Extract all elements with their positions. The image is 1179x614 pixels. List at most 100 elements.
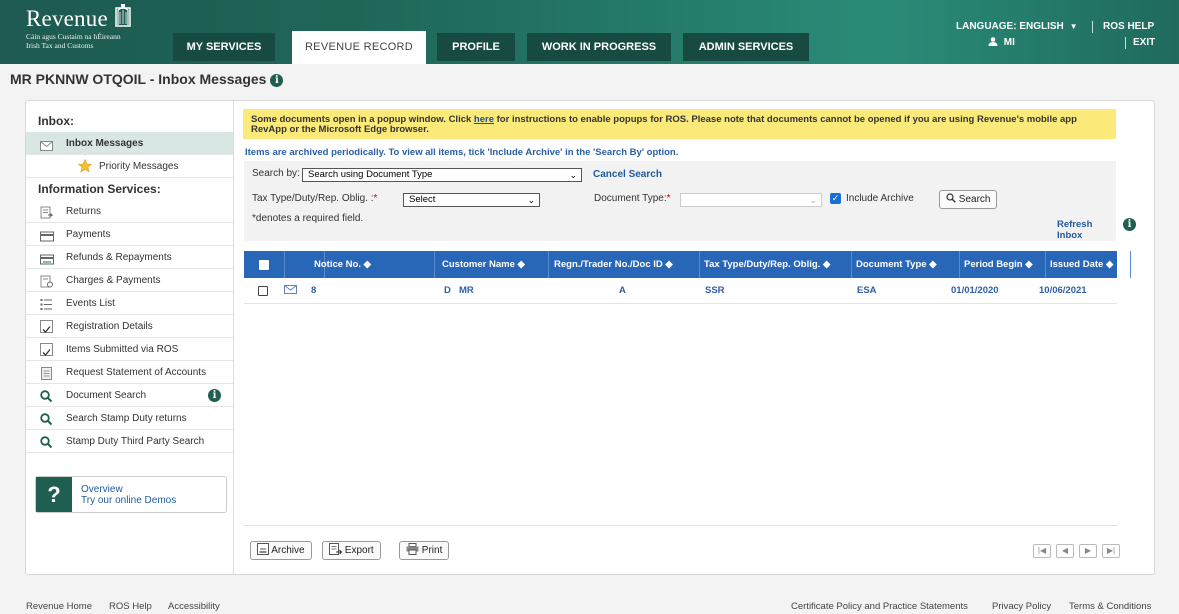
column-regn[interactable]: Regn./Trader No./Doc ID ◆ <box>554 251 673 278</box>
table-row[interactable]: 8 D MR A SSR ESA 01/01/2020 10/06/2021 <box>244 278 1117 304</box>
language-selector[interactable]: LANGUAGE: ENGLISH ▼ <box>956 21 1077 32</box>
checkbox-icon <box>40 320 53 333</box>
ros-help-link[interactable]: ROS HELP <box>1103 21 1154 32</box>
archive-button[interactable]: Archive <box>250 541 312 560</box>
refresh-inbox-link[interactable]: Refresh Inbox <box>1057 219 1116 241</box>
header-divider <box>1092 21 1093 33</box>
archive-note: Items are archived periodically. To view… <box>245 147 679 158</box>
tax-type-label-text: Tax Type/Duty/Rep. Oblig. : <box>252 193 374 204</box>
demo-overview-link[interactable]: Overview <box>81 484 123 495</box>
exit-link[interactable]: EXIT <box>1133 37 1155 48</box>
archive-label: Archive <box>271 545 305 556</box>
document-type-label-text: Document Type: <box>594 193 667 204</box>
tab-work-in-progress[interactable]: WORK IN PROGRESS <box>527 33 671 61</box>
column-divider <box>1045 251 1046 278</box>
search-by-select[interactable]: Search using Document Type ⌄ <box>302 168 582 182</box>
column-period-begin[interactable]: Period Begin ◆ <box>964 251 1033 278</box>
column-issued-date[interactable]: Issued Date ◆ <box>1050 251 1113 278</box>
sidebar-item-document-search[interactable]: Document Search i <box>26 384 233 407</box>
logo-word: Revenue <box>26 6 108 31</box>
sidebar-item-events-list[interactable]: Events List <box>26 292 233 315</box>
include-archive-checkbox[interactable]: ✓ <box>830 193 841 204</box>
revenue-logo[interactable]: Revenue Cáin agus Custaim na hÉireann Ir… <box>26 4 131 50</box>
main-panel: Inbox: Inbox Messages Priority Messages … <box>25 100 1155 575</box>
sidebar-item-label: Request Statement of Accounts <box>66 367 207 378</box>
sidebar-item-label: Search Stamp Duty returns <box>66 413 187 424</box>
column-divider <box>699 251 700 278</box>
footer-link-revenue-home[interactable]: Revenue Home <box>26 601 92 612</box>
info-icon[interactable]: i <box>270 74 284 87</box>
include-archive-label: Include Archive <box>846 193 914 204</box>
sidebar-item-registration-details[interactable]: Registration Details <box>26 315 233 338</box>
tab-admin-services[interactable]: ADMIN SERVICES <box>683 33 809 61</box>
sidebar-item-items-submitted[interactable]: Items Submitted via ROS <box>26 338 233 361</box>
column-notice-no[interactable]: Notice No. ◆ <box>314 251 371 278</box>
cancel-search-link[interactable]: Cancel Search <box>593 169 662 180</box>
archive-icon <box>257 543 269 556</box>
search-by-label: Search by: <box>252 168 300 179</box>
tab-revenue-record[interactable]: REVENUE RECORD <box>292 31 426 64</box>
chevron-down-icon: ⌄ <box>569 170 577 180</box>
select-all-checkbox[interactable] <box>259 260 269 270</box>
previous-page-button[interactable]: ◀ <box>1056 544 1074 558</box>
column-divider <box>548 251 549 278</box>
star-icon <box>77 158 93 173</box>
footer-link-terms[interactable]: Terms & Conditions <box>1069 601 1151 612</box>
refund-icon <box>40 251 54 265</box>
next-page-button[interactable]: ▶ <box>1079 544 1097 558</box>
sidebar-item-stamp-duty-third-party[interactable]: Stamp Duty Third Party Search <box>26 430 233 453</box>
column-tax-type[interactable]: Tax Type/Duty/Rep. Oblig. ◆ <box>704 251 830 278</box>
sidebar-item-refunds-repayments[interactable]: Refunds & Repayments <box>26 246 233 269</box>
list-icon <box>40 297 53 310</box>
column-divider <box>284 251 285 278</box>
sidebar-item-label: Payments <box>66 229 111 240</box>
sidebar-item-request-statement[interactable]: Request Statement of Accounts <box>26 361 233 384</box>
column-divider <box>959 251 960 278</box>
print-button[interactable]: Print <box>399 541 450 560</box>
tab-profile[interactable]: PROFILE <box>437 33 515 61</box>
footer-link-accessibility[interactable]: Accessibility <box>168 601 220 612</box>
sidebar-item-label: Charges & Payments <box>66 275 161 286</box>
search-by-value: Search using Document Type <box>308 169 433 180</box>
sidebar-item-label: Events List <box>66 298 115 309</box>
footer-link-privacy-policy[interactable]: Privacy Policy <box>992 601 1051 612</box>
chevron-down-icon: ▼ <box>1069 22 1078 31</box>
info-icon[interactable]: i <box>1123 218 1136 231</box>
logo-subtitle-irish: Cáin agus Custaim na hÉireann <box>26 32 121 41</box>
column-customer-name[interactable]: Customer Name ◆ <box>442 251 525 278</box>
sidebar-item-priority-messages[interactable]: Priority Messages <box>26 155 233 178</box>
search-icon <box>946 193 956 205</box>
search-button[interactable]: Search <box>939 190 998 209</box>
chevron-down-icon: ⌄ <box>527 195 535 205</box>
print-label: Print <box>421 545 443 556</box>
document-type-select[interactable]: ⌄ <box>680 193 822 207</box>
search-button-label: Search <box>958 194 991 205</box>
user-menu[interactable]: MI <box>988 37 1015 48</box>
page-title-text: MR PKNNW OTQOIL - Inbox Messages <box>10 71 267 87</box>
instructions-link[interactable]: here <box>474 114 494 125</box>
footer-link-ros-help[interactable]: ROS Help <box>109 601 152 612</box>
printer-icon <box>406 543 419 556</box>
sidebar-item-payments[interactable]: Payments <box>26 223 233 246</box>
sidebar-item-returns[interactable]: Returns <box>26 200 233 223</box>
online-demos-box[interactable]: ? Overview Try our online Demos <box>35 476 227 513</box>
info-icon[interactable]: i <box>208 389 221 402</box>
column-divider <box>434 251 435 278</box>
row-checkbox[interactable] <box>258 286 268 296</box>
tax-type-select[interactable]: Select ⌄ <box>403 193 540 207</box>
demo-try-link[interactable]: Try our online Demos <box>81 495 176 506</box>
sidebar-item-stamp-duty-returns[interactable]: Search Stamp Duty returns <box>26 407 233 430</box>
sidebar-item-label: Returns <box>66 206 102 217</box>
cell-notice-no[interactable]: 8 <box>311 278 316 304</box>
sidebar-item-charges-payments[interactable]: Charges & Payments <box>26 269 233 292</box>
column-document-type[interactable]: Document Type ◆ <box>856 251 937 278</box>
first-page-button[interactable]: |◀ <box>1033 544 1051 558</box>
export-button[interactable]: Export <box>322 541 381 560</box>
cell-notice-suffix: D <box>444 285 451 296</box>
tab-my-services[interactable]: MY SERVICES <box>173 33 275 61</box>
returns-icon <box>40 205 54 219</box>
last-page-button[interactable]: ▶| <box>1102 544 1120 558</box>
sidebar-item-inbox-messages[interactable]: Inbox Messages <box>26 132 233 155</box>
footer-link-certificate-policy[interactable]: Certificate Policy and Practice Statemen… <box>791 601 968 612</box>
tax-type-label: Tax Type/Duty/Rep. Oblig. :* <box>252 193 377 204</box>
